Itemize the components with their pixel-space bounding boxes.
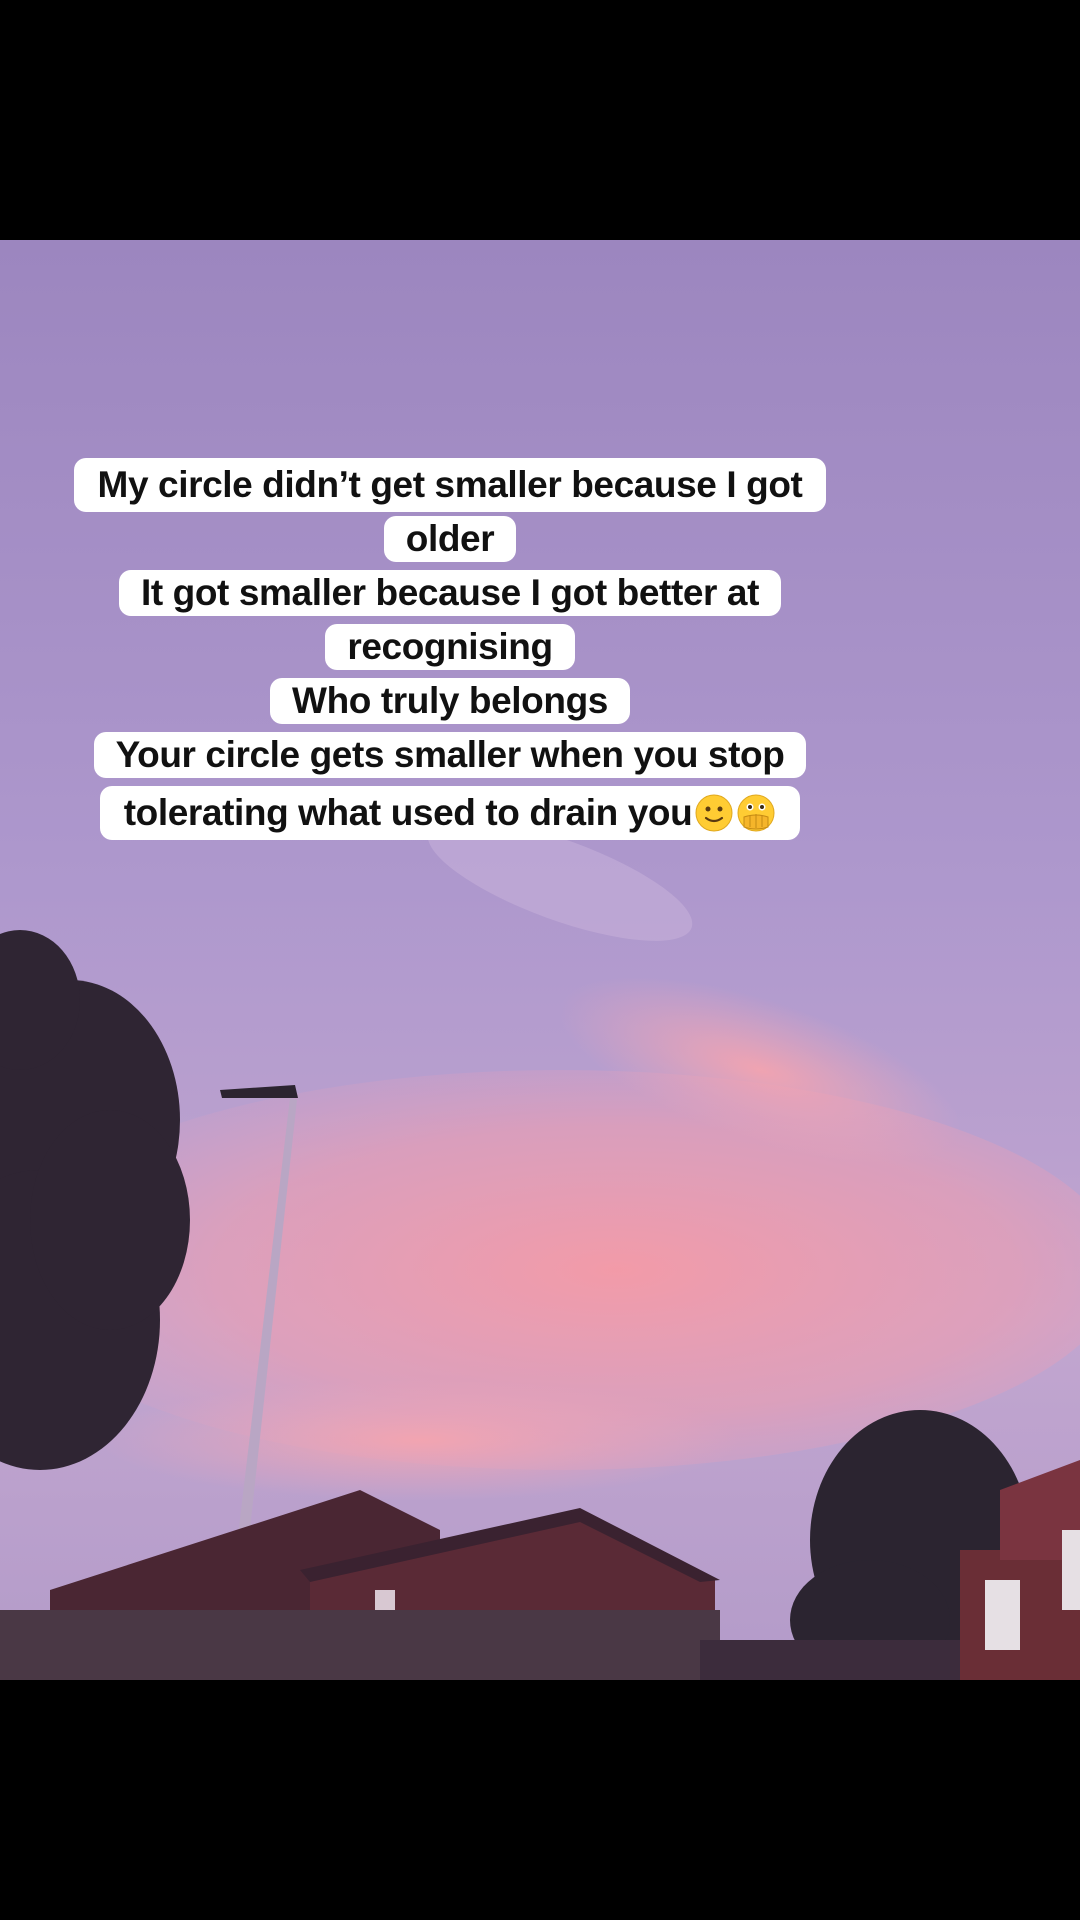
letterbox-bottom (0, 1680, 1080, 1920)
caption-text: tolerating what used to drain you (123, 792, 693, 833)
caption-text: Who truly belongs (270, 678, 630, 724)
caption-last-chunk: tolerating what used to drain you (99, 786, 801, 840)
caption-line: older (0, 516, 900, 570)
caption-text: It got smaller because I got better at (118, 570, 782, 616)
caption-line: recognising (0, 624, 900, 678)
caption-line: It got smaller because I got better at (0, 570, 900, 624)
caption-text: Your circle gets smaller when you stop (93, 732, 807, 778)
caption-overlay: My circle didn’t get smaller because I g… (0, 458, 900, 844)
slightly-smiling-face-emoji (695, 794, 733, 832)
caption-line: tolerating what used to drain you (0, 786, 900, 844)
caption-text: My circle didn’t get smaller because I g… (73, 458, 827, 512)
background-photo (0, 240, 1080, 1680)
caption-line: Your circle gets smaller when you stop (0, 732, 900, 786)
story-frame: My circle didn’t get smaller because I g… (0, 0, 1080, 1920)
caption-text: recognising (325, 624, 575, 670)
pink-cloud (100, 1380, 740, 1500)
caption-text: older (383, 516, 517, 562)
caption-line: Who truly belongs (0, 678, 900, 732)
face-with-open-eyes-and-hand-over-mouth-emoji (737, 794, 775, 832)
letterbox-top (0, 0, 1080, 240)
caption-line: My circle didn’t get smaller because I g… (0, 458, 900, 516)
